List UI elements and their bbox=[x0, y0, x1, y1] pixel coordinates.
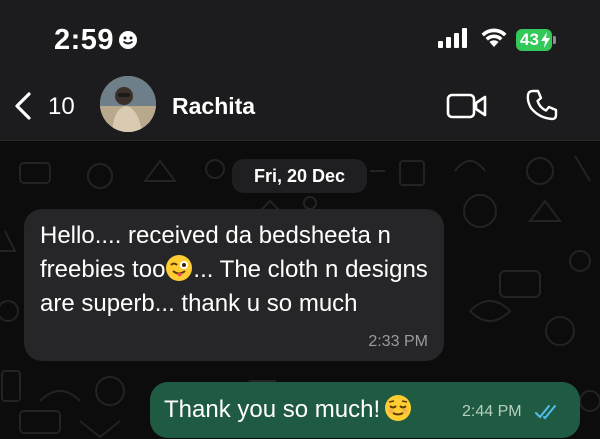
outgoing-message-time: 2:44 PM bbox=[462, 403, 522, 420]
incoming-message-text: Hello.... received da bedsheeta n freebi… bbox=[40, 219, 430, 321]
winking-face-with-tongue-icon bbox=[166, 255, 193, 281]
avatar-photo bbox=[100, 76, 156, 132]
contact-name[interactable]: Rachita bbox=[172, 93, 255, 120]
incoming-message-bubble[interactable]: Hello.... received da bedsheeta n freebi… bbox=[24, 209, 444, 361]
chat-area[interactable]: Fri, 20 Dec Hello.... received da bedshe… bbox=[0, 141, 600, 439]
status-time: 2:59 bbox=[54, 24, 115, 56]
battery-level: 43 bbox=[520, 30, 539, 49]
charging-bolt-icon bbox=[541, 32, 550, 48]
wifi-icon bbox=[481, 28, 507, 47]
date-separator: Fri, 20 Dec bbox=[232, 159, 367, 193]
battery-cap bbox=[553, 36, 556, 44]
outgoing-message-bubble[interactable]: Thank you so much! 2:44 PM bbox=[150, 382, 580, 438]
read-receipt-icon bbox=[535, 405, 556, 420]
voice-call-icon[interactable] bbox=[525, 88, 559, 122]
battery-indicator: 43 bbox=[516, 29, 552, 51]
cellular-signal-icon bbox=[438, 28, 467, 48]
relieved-face-icon bbox=[385, 395, 412, 421]
outgoing-message-text: Thank you so much! bbox=[164, 394, 412, 424]
unread-chats-count[interactable]: 10 bbox=[48, 93, 75, 121]
outgoing-text: Thank you so much! bbox=[164, 396, 381, 423]
back-chevron-icon[interactable] bbox=[14, 92, 32, 120]
chat-header: 2:59 43 10 Rachita bbox=[0, 0, 600, 141]
incoming-message-time: 2:33 PM bbox=[368, 333, 428, 350]
focus-smiley-icon bbox=[119, 31, 137, 49]
avatar[interactable] bbox=[100, 76, 156, 132]
video-call-icon[interactable] bbox=[446, 92, 488, 120]
